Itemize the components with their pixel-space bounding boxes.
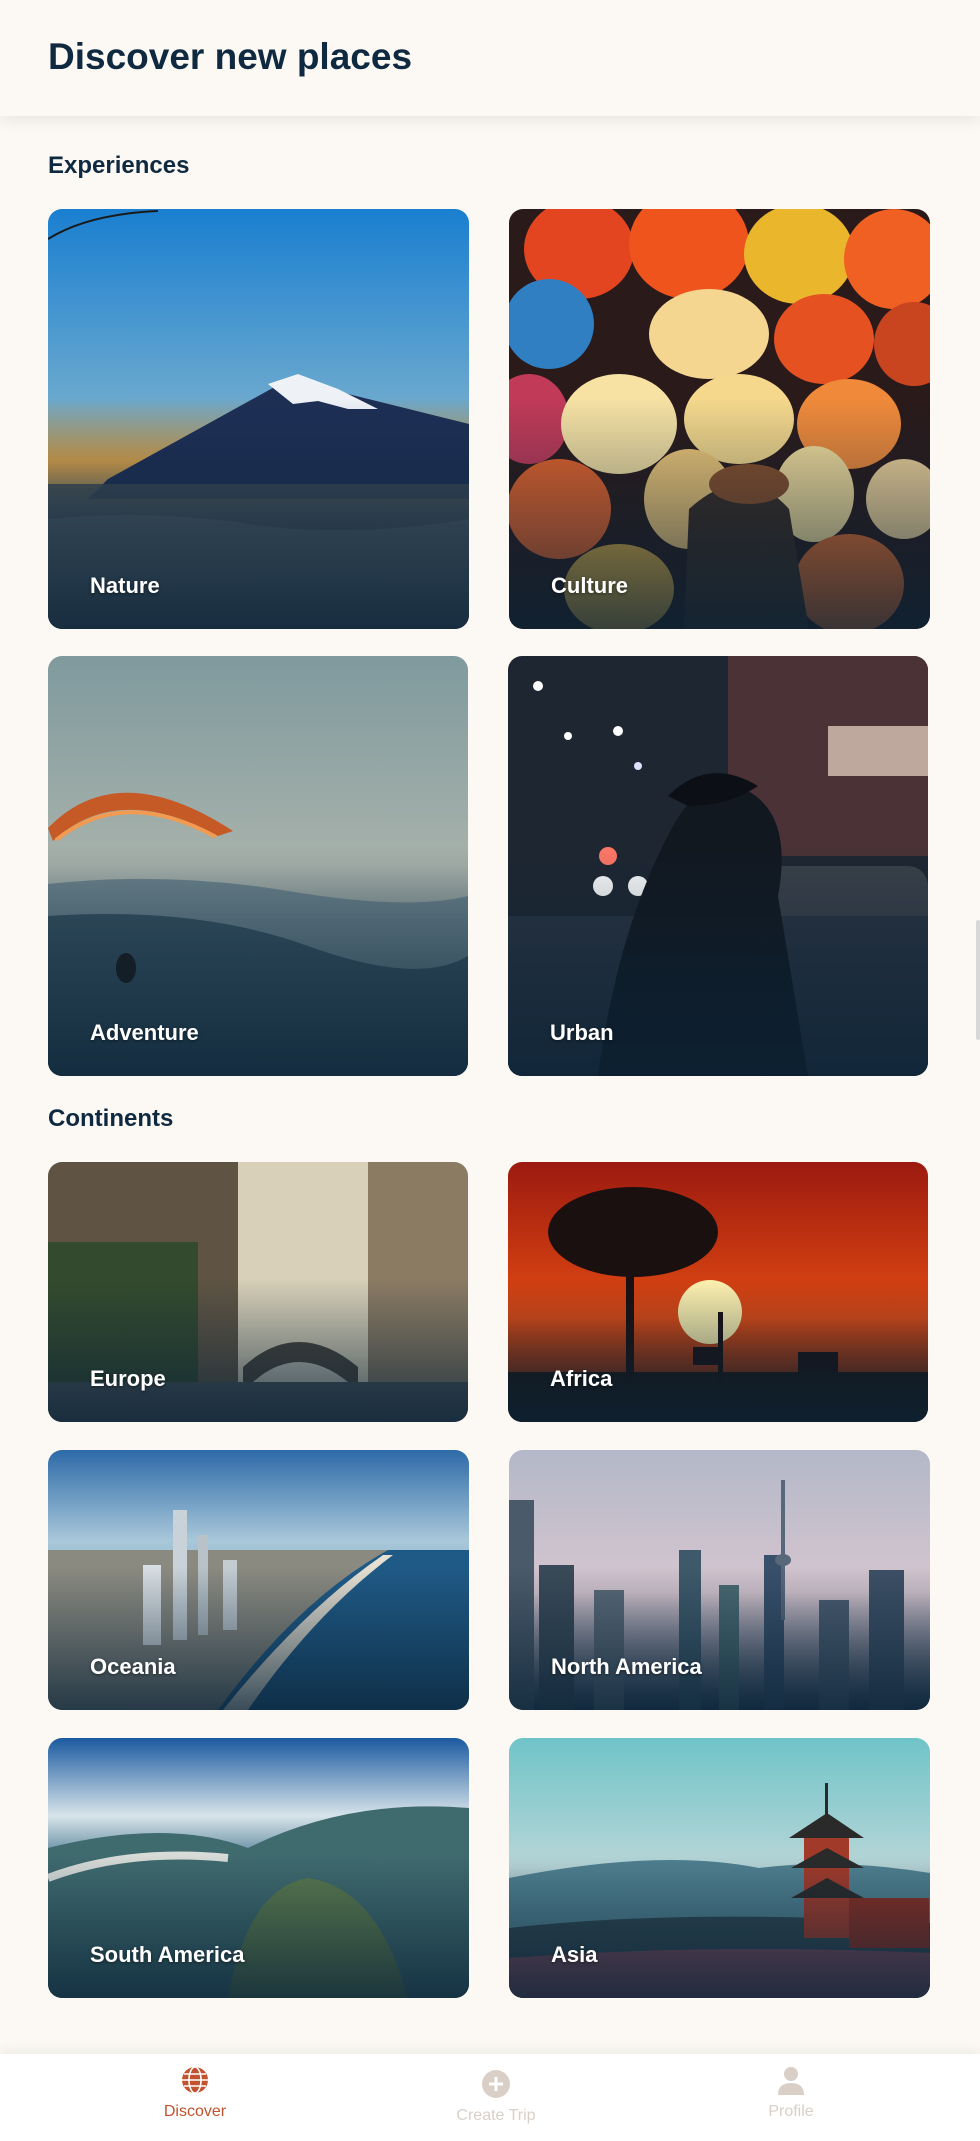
nav-discover[interactable]: Discover [115, 2064, 275, 2121]
card-shade [48, 1855, 469, 1998]
experience-card-culture[interactable]: Culture [509, 209, 930, 629]
bottom-nav: Discover Create Trip Profile [0, 2054, 980, 2141]
card-label: Urban [550, 1020, 614, 1045]
continent-card-europe[interactable]: Europe [48, 1162, 468, 1422]
nav-create-trip-label: Create Trip [456, 2107, 536, 2124]
card-shade [509, 1567, 930, 1710]
card-shade [48, 1279, 468, 1422]
card-label: Europe [90, 1366, 166, 1391]
card-label: Adventure [90, 1020, 199, 1045]
card-shade [508, 1279, 928, 1422]
nav-create-trip[interactable]: Create Trip [416, 2068, 576, 2125]
card-label: Nature [90, 573, 160, 598]
experience-card-urban[interactable]: Urban [508, 656, 928, 1076]
scrollbar-thumb[interactable] [976, 920, 980, 1040]
nav-profile[interactable]: Profile [711, 2064, 871, 2121]
person-icon [778, 2067, 804, 2095]
app-header: Discover new places [0, 0, 980, 116]
card-shade [48, 1567, 469, 1710]
globe-icon [182, 2066, 208, 2094]
card-label: Culture [551, 573, 628, 598]
experience-card-nature[interactable]: Nature [48, 209, 469, 629]
card-label: Asia [551, 1942, 598, 1967]
experience-card-adventure[interactable]: Adventure [48, 656, 468, 1076]
card-label: Oceania [90, 1654, 176, 1679]
card-shade [509, 1855, 930, 1998]
page-title: Discover new places [48, 36, 413, 77]
card-label: North America [551, 1654, 702, 1679]
continent-card-africa[interactable]: Africa [508, 1162, 928, 1422]
nav-discover-label: Discover [163, 2103, 227, 2120]
plus-circle-icon [482, 2070, 510, 2098]
continent-card-oceania[interactable]: Oceania [48, 1450, 469, 1710]
card-label: Africa [550, 1366, 613, 1391]
continents-heading: Continents [48, 1105, 174, 1132]
continent-card-asia[interactable]: Asia [509, 1738, 930, 1998]
continent-card-north-america[interactable]: North America [509, 1450, 930, 1710]
experiences-heading: Experiences [48, 152, 190, 179]
card-label: South America [90, 1942, 245, 1967]
nav-profile-label: Profile [768, 2103, 814, 2120]
continent-card-south-america[interactable]: South America [48, 1738, 469, 1998]
